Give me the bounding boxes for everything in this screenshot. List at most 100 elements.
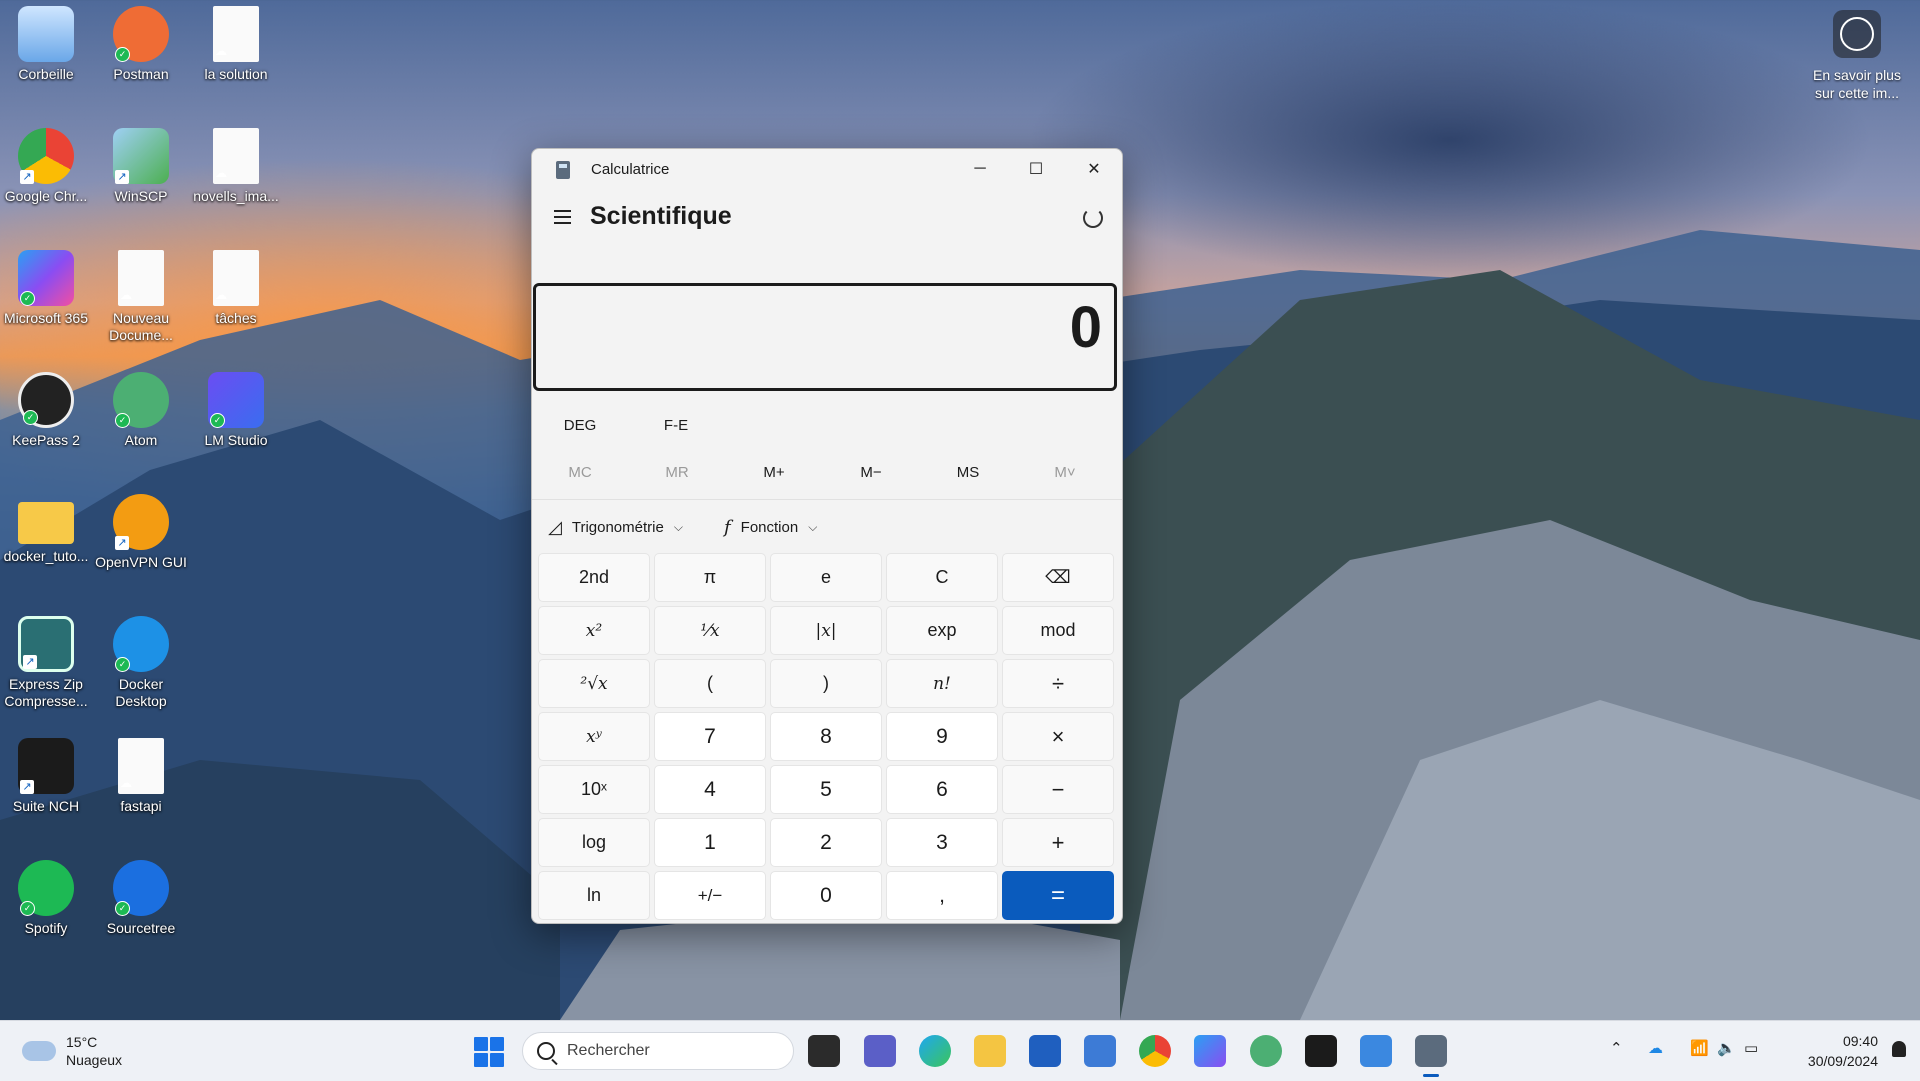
angle-row: DEG F-E	[532, 405, 1122, 445]
show-hidden-icons-button[interactable]: ⌃	[1610, 1039, 1623, 1057]
mr-button[interactable]: MR	[629, 451, 725, 493]
square-button[interactable]: x²	[538, 606, 650, 655]
exp-button[interactable]: exp	[886, 606, 998, 655]
divide-button[interactable]: ÷	[1002, 659, 1114, 708]
desktop-icon-suite-nch[interactable]: ↗ Suite NCH	[0, 732, 92, 815]
desktop-icon-atom[interactable]: ✓ Atom	[95, 366, 187, 449]
file-explorer-icon[interactable]	[974, 1035, 1006, 1067]
pi-button[interactable]: π	[654, 553, 766, 602]
desktop-icon-taches[interactable]: ☁ tâches	[190, 244, 282, 327]
wifi-icon[interactable]: 📶	[1690, 1039, 1709, 1057]
desktop-icon-nouveau-document[interactable]: ☁ Nouveau Docume...	[95, 244, 187, 344]
multiply-button[interactable]: ×	[1002, 712, 1114, 761]
edge-icon[interactable]	[919, 1035, 951, 1067]
digit-7-button[interactable]: 7	[654, 712, 766, 761]
desktop-icon-express-zip[interactable]: ↗ Express Zip Compresse...	[0, 610, 92, 710]
add-button[interactable]: +	[1002, 818, 1114, 867]
mode-title: Scientifique	[590, 202, 732, 230]
square-root-button[interactable]: ²√x	[538, 659, 650, 708]
digit-2-button[interactable]: 2	[770, 818, 882, 867]
minimize-button[interactable]: ─	[952, 149, 1008, 189]
desktop-icon-novells[interactable]: ☁ novells_ima...	[190, 122, 282, 205]
desktop-icon-la-solution[interactable]: ☁ la solution	[190, 0, 282, 83]
atom-icon: ✓	[113, 372, 169, 428]
open-paren-button[interactable]: (	[654, 659, 766, 708]
digit-4-button[interactable]: 4	[654, 765, 766, 814]
desktop-icon-keepass[interactable]: ✓ KeePass 2	[0, 366, 92, 449]
clear-button[interactable]: C	[886, 553, 998, 602]
desktop-icon-docker-tuto[interactable]: docker_tuto...	[0, 488, 92, 565]
atom-taskbar-icon[interactable]	[1250, 1035, 1282, 1067]
trigonometry-dropdown[interactable]: ◿ Trigonométrie ⌵	[548, 511, 683, 543]
ten-power-button[interactable]: 10ˣ	[538, 765, 650, 814]
calculator-taskbar-icon[interactable]	[1415, 1035, 1447, 1077]
digit-6-button[interactable]: 6	[886, 765, 998, 814]
m-minus-button[interactable]: M−	[823, 451, 919, 493]
deg-button[interactable]: DEG	[532, 405, 628, 445]
ms-button[interactable]: MS	[920, 451, 1016, 493]
close-button[interactable]: ✕	[1066, 149, 1122, 189]
menu-button[interactable]	[548, 203, 576, 231]
memory-row: MC MR M+ M− MS M˅	[532, 451, 1122, 493]
digit-1-button[interactable]: 1	[654, 818, 766, 867]
volume-icon[interactable]: 🔈	[1717, 1039, 1736, 1057]
desktop-icon-corbeille[interactable]: Corbeille	[0, 0, 92, 83]
reciprocal-button[interactable]: ¹⁄x	[654, 606, 766, 655]
teams-icon[interactable]	[864, 1035, 896, 1067]
log-button[interactable]: log	[538, 818, 650, 867]
power-button[interactable]: xʸ	[538, 712, 650, 761]
desktop-icon-spotify[interactable]: ✓ Spotify	[0, 854, 92, 937]
fe-button[interactable]: F-E	[628, 405, 724, 445]
mod-button[interactable]: mod	[1002, 606, 1114, 655]
digit-9-button[interactable]: 9	[886, 712, 998, 761]
m-plus-button[interactable]: M+	[726, 451, 822, 493]
maximize-button[interactable]: ☐	[1008, 149, 1064, 189]
clock[interactable]: 09:40 30/09/2024	[1808, 1031, 1878, 1071]
title-bar[interactable]: Calculatrice ─ ☐ ✕	[532, 149, 1122, 189]
digit-5-button[interactable]: 5	[770, 765, 882, 814]
virtualbox-icon[interactable]	[1084, 1035, 1116, 1067]
desktop-icon-docker[interactable]: ✓ Docker Desktop	[95, 610, 187, 710]
desktop-icon-winscp[interactable]: ↗ WinSCP	[95, 122, 187, 205]
microsoft-store-icon[interactable]	[1029, 1035, 1061, 1067]
history-button[interactable]	[1078, 203, 1108, 233]
desktop-icon-lm-studio[interactable]: ✓ LM Studio	[190, 366, 282, 449]
desktop-icon-postman[interactable]: ✓ Postman	[95, 0, 187, 83]
desktop-icon-chrome[interactable]: ↗ Google Chr...	[0, 122, 92, 205]
onedrive-icon[interactable]: ☁	[1648, 1039, 1663, 1057]
copilot-icon[interactable]	[1194, 1035, 1226, 1067]
digit-8-button[interactable]: 8	[770, 712, 882, 761]
notification-bell-icon[interactable]	[1892, 1041, 1906, 1057]
function-dropdown[interactable]: f Fonction ⌵	[724, 511, 817, 543]
spotlight-info[interactable]: En savoir plus sur cette im...	[1802, 10, 1912, 102]
weather-widget[interactable]: 15°C Nuageux	[22, 1033, 122, 1069]
terminal-icon[interactable]	[1305, 1035, 1337, 1067]
factorial-button[interactable]: n!	[886, 659, 998, 708]
start-button[interactable]	[474, 1037, 504, 1067]
chrome-taskbar-icon[interactable]	[1139, 1035, 1171, 1067]
subtract-button[interactable]: −	[1002, 765, 1114, 814]
close-paren-button[interactable]: )	[770, 659, 882, 708]
battery-icon[interactable]: ▭	[1744, 1039, 1758, 1057]
search-box[interactable]: Rechercher	[522, 1032, 794, 1070]
mc-button[interactable]: MC	[532, 451, 628, 493]
desktop-icon-label: Corbeille	[18, 66, 74, 82]
memory-list-button[interactable]: M˅	[1017, 451, 1113, 493]
second-button[interactable]: 2nd	[538, 553, 650, 602]
digit-0-button[interactable]: 0	[770, 871, 882, 920]
e-button[interactable]: e	[770, 553, 882, 602]
task-view-icon[interactable]	[808, 1035, 840, 1067]
desktop-icon-fastapi[interactable]: ☁ fastapi	[95, 732, 187, 815]
equals-button[interactable]: =	[1002, 871, 1114, 920]
absolute-button[interactable]: |x|	[770, 606, 882, 655]
negate-button[interactable]: +/−	[654, 871, 766, 920]
desktop-icon-openvpn[interactable]: ↗ OpenVPN GUI	[95, 488, 187, 571]
desktop-icon-sourcetree[interactable]: ✓ Sourcetree	[95, 854, 187, 937]
digit-3-button[interactable]: 3	[886, 818, 998, 867]
backspace-button[interactable]: ⌫	[1002, 553, 1114, 602]
decimal-button[interactable]: ,	[886, 871, 998, 920]
openvpn-icon: ↗	[113, 494, 169, 550]
photos-icon[interactable]	[1360, 1035, 1392, 1067]
desktop-icon-microsoft365[interactable]: ✓ Microsoft 365	[0, 244, 92, 327]
ln-button[interactable]: ln	[538, 871, 650, 920]
